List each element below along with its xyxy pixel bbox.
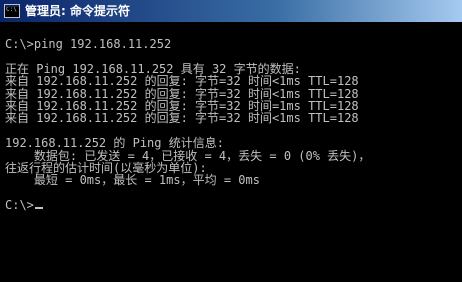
title-bar[interactable]: C:\ 管理员: 命令提示符 [0,0,462,22]
window-title: 管理员: 命令提示符 [25,4,130,18]
rtt-summary-line: 最短 = 0ms，最长 = 1ms，平均 = 0ms [5,173,260,188]
prompt-line[interactable]: C:\> [5,199,457,211]
text-cursor [34,207,43,210]
statistics-header-line: 192.168.11.252 的 Ping 统计信息: [5,136,224,151]
cmd-icon[interactable]: C:\ [4,4,20,18]
console-output[interactable]: C:\>ping 192.168.11.252 正在 Ping 192.168.… [5,38,457,282]
command-prompt-window: C:\ 管理员: 命令提示符 C:\>ping 192.168.11.252 正… [0,0,462,282]
prompt-text: C:\> [5,198,34,213]
command-line-ping: C:\>ping 192.168.11.252 [5,37,172,51]
reply-line: 来自 192.168.11.252 的回复: 字节=32 时间<1ms TTL=… [5,111,359,126]
reply-line: 来自 192.168.11.252 的回复: 字节=32 时间<1ms TTL=… [5,74,359,89]
